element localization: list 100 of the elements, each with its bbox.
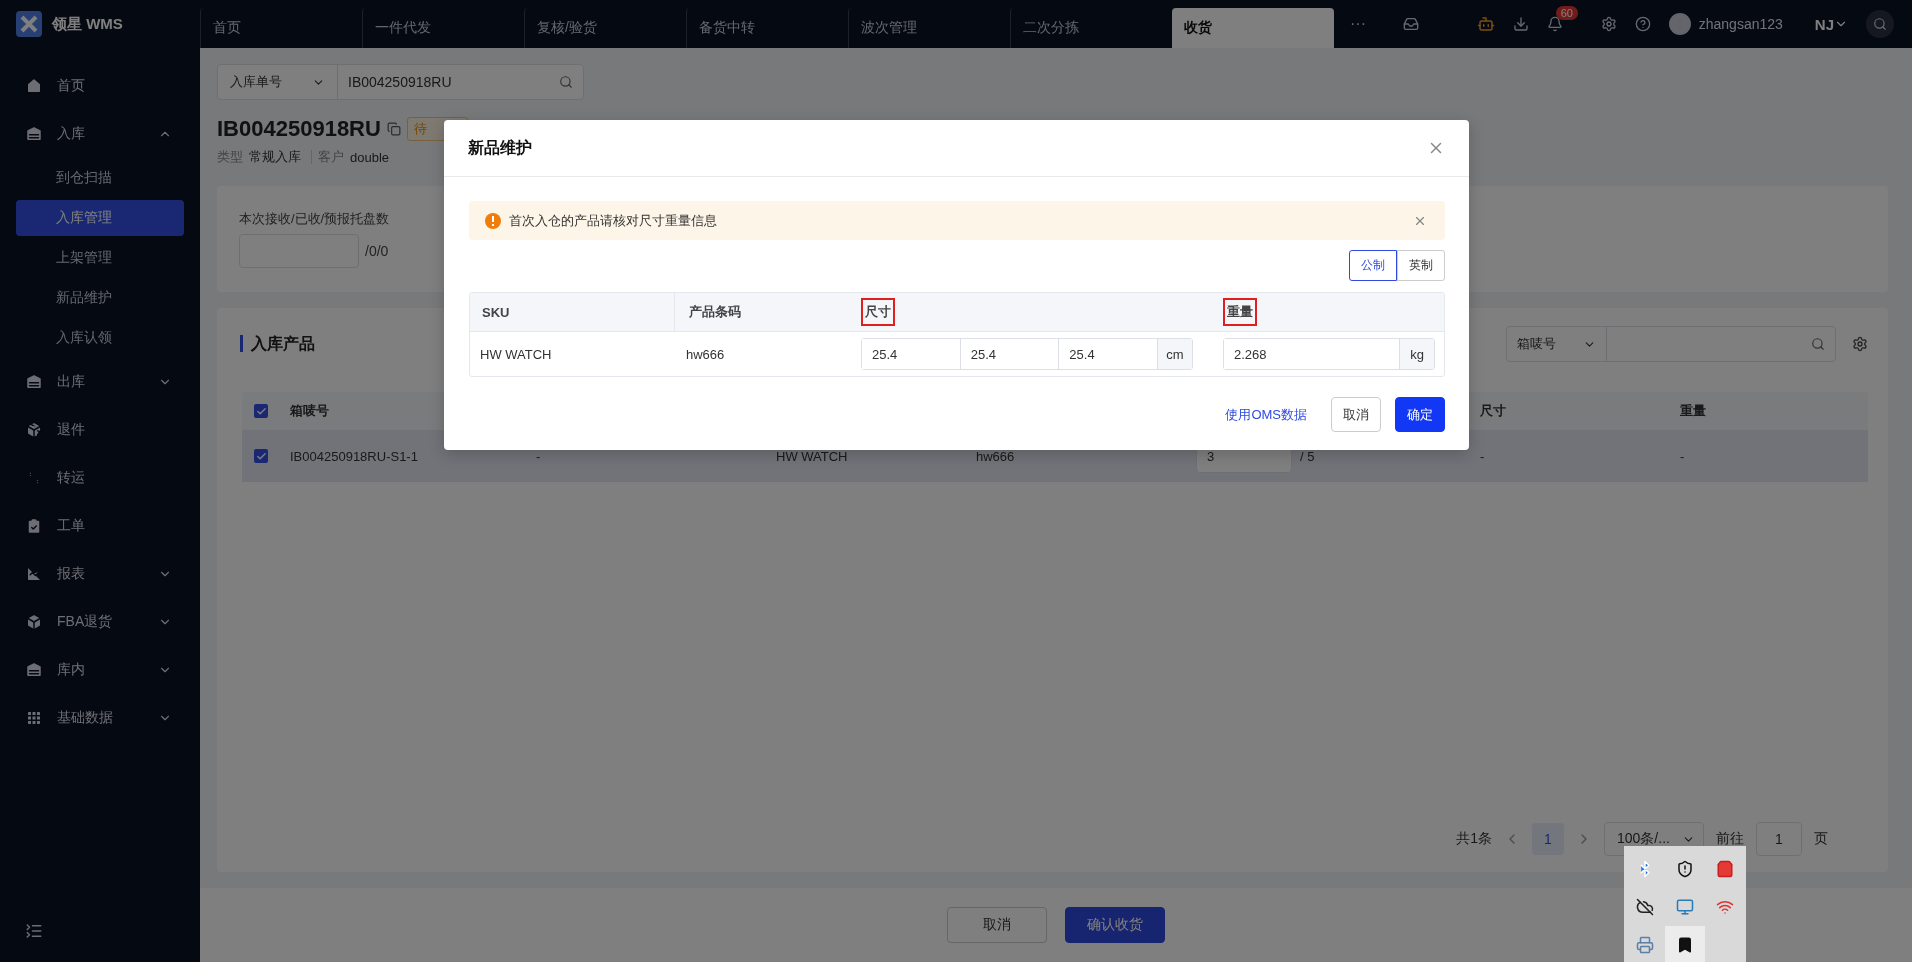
column-header: 重量 xyxy=(1223,298,1257,326)
table-cell: / 5 xyxy=(1300,448,1315,464)
box-icon xyxy=(25,613,43,631)
warehouse-icon xyxy=(25,373,43,391)
alert-text: 首次入仓的产品请核对尺寸重量信息 xyxy=(509,211,718,230)
table-cell: - xyxy=(536,448,541,464)
sidebar-subitem[interactable]: 到仓扫描 xyxy=(16,160,184,196)
sidebar-item[interactable]: 报表 xyxy=(0,550,200,598)
nav-tab[interactable]: 复核/验货 xyxy=(524,8,686,48)
more-tabs-button[interactable]: ··· xyxy=(1334,0,1382,48)
username[interactable]: zhangsan123 xyxy=(1698,16,1783,32)
row-checkbox[interactable] xyxy=(254,449,268,463)
sidebar-item[interactable]: 退件 xyxy=(0,406,200,454)
warehouse-icon xyxy=(25,661,43,679)
sidebar-subitem[interactable]: 上架管理 xyxy=(16,240,184,276)
sidebar-item[interactable]: 入库 xyxy=(0,110,200,158)
sidebar-item[interactable]: FBA退货 xyxy=(0,598,200,646)
sidebar-item[interactable]: 出库 xyxy=(0,358,200,406)
help-icon[interactable] xyxy=(1634,16,1651,32)
cancel-button[interactable]: 取消 xyxy=(1331,397,1381,432)
confirm-button[interactable]: 确定 xyxy=(1395,397,1445,432)
download-icon[interactable] xyxy=(1512,16,1529,32)
avatar[interactable] xyxy=(1668,13,1691,35)
unit-label: cm xyxy=(1158,339,1192,369)
weight-field[interactable]: 2.268 xyxy=(1224,339,1400,369)
sidebar-item[interactable]: 工单 xyxy=(0,502,200,550)
column-header: 尺寸 xyxy=(1480,402,1506,420)
table-cell: - xyxy=(1480,448,1485,464)
table-cell: HW WATCH xyxy=(480,346,552,362)
pallet-label: 本次接收/已收/预报托盘数 xyxy=(239,210,390,228)
order-number: IB004250918RU xyxy=(217,116,381,142)
robot-icon[interactable] xyxy=(1476,15,1495,33)
table-cell: hw666 xyxy=(976,448,1015,464)
monitor-icon[interactable] xyxy=(1676,898,1694,916)
dimension-input-group[interactable]: 25.4 25.4 25.4 cm xyxy=(861,338,1193,370)
sidebar-item[interactable]: 转运 xyxy=(0,454,200,502)
sidebar-subitem[interactable]: 入库认领 xyxy=(16,320,184,356)
nav-tab[interactable]: 一件代发 xyxy=(362,8,524,48)
clipboard-icon xyxy=(25,517,43,535)
sidebar-subitem[interactable]: 入库管理 xyxy=(16,200,184,236)
cloud-off-icon[interactable] xyxy=(1636,898,1654,916)
table-cell: hw666 xyxy=(686,346,725,362)
dimension-field[interactable]: 25.4 xyxy=(862,339,961,369)
column-header: 产品条码 xyxy=(688,303,742,321)
sidebar-item[interactable]: 库内 xyxy=(0,646,200,694)
network-icon[interactable] xyxy=(1716,898,1734,916)
pallet-count: /0/0 xyxy=(365,243,389,259)
table-cell: - xyxy=(1680,448,1685,464)
search-icon xyxy=(1873,17,1887,31)
select-all-checkbox[interactable] xyxy=(254,404,268,418)
bookmark-icon[interactable] xyxy=(1676,936,1694,954)
search-button[interactable] xyxy=(1866,10,1894,38)
nav-tab[interactable]: 首页 xyxy=(200,8,362,48)
unit-toggle[interactable]: 公制 xyxy=(1349,250,1397,281)
modal-title: 新品维护 xyxy=(468,137,532,158)
section-title: 入库产品 xyxy=(240,335,315,352)
meta-value: double xyxy=(350,149,390,165)
confirm-button[interactable]: 确认收货 xyxy=(1065,907,1165,943)
table-cell: HW WATCH xyxy=(776,448,848,464)
page-number[interactable]: 1 xyxy=(1532,823,1564,855)
bell-icon[interactable] xyxy=(1546,16,1563,32)
sidebar-item[interactable]: 首页 xyxy=(0,62,200,110)
inbox-icon[interactable] xyxy=(1402,16,1419,32)
collapse-menu-icon[interactable] xyxy=(25,922,43,940)
house-icon xyxy=(25,77,43,95)
warning-icon xyxy=(485,212,501,229)
column-header: 箱唛号 xyxy=(290,402,329,420)
settings-icon[interactable] xyxy=(1600,16,1617,32)
column-header: 重量 xyxy=(1680,402,1706,420)
bag-icon[interactable] xyxy=(1716,860,1734,878)
sidebar-subitem[interactable]: 新品维护 xyxy=(16,280,184,316)
table-cell: IB004250918RU-S1-1 xyxy=(290,448,418,464)
page-suffix: 页 xyxy=(1814,830,1828,848)
unit-label: kg xyxy=(1400,339,1434,369)
logo-text: 领星 WMS xyxy=(52,14,123,34)
column-header: SKU xyxy=(481,303,511,322)
total-count: 共1条 xyxy=(1456,830,1492,848)
warehouse-icon xyxy=(25,125,43,143)
column-header: 尺寸 xyxy=(861,298,895,326)
goto-label: 前往 xyxy=(1716,830,1744,848)
nav-tab[interactable]: 波次管理 xyxy=(848,8,1010,48)
grid-icon xyxy=(25,709,43,727)
logo-icon xyxy=(16,11,42,37)
shield-icon[interactable] xyxy=(1676,860,1694,878)
notification-badge: 60 xyxy=(1555,6,1578,20)
settings-icon[interactable] xyxy=(1852,336,1868,352)
package-icon xyxy=(25,421,43,439)
unit-toggle[interactable]: 英制 xyxy=(1397,250,1445,281)
copy-icon[interactable] xyxy=(386,122,401,136)
chart-icon xyxy=(25,565,43,583)
nav-tab[interactable]: 收货 xyxy=(1172,8,1334,48)
weight-input-group[interactable]: 2.268 kg xyxy=(1223,338,1435,370)
use-oms-data-link[interactable]: 使用OMS数据 xyxy=(1225,405,1307,424)
region-menu[interactable]: NJ xyxy=(1814,15,1848,33)
meta-value: 常规入库 xyxy=(249,148,301,166)
printer-icon[interactable] xyxy=(1636,936,1654,954)
cancel-button[interactable]: 取消 xyxy=(947,907,1047,943)
goto-page-field[interactable]: 1 xyxy=(1756,822,1802,856)
nav-tab[interactable]: 备货中转 xyxy=(686,8,848,48)
sidebar-item[interactable]: 基础数据 xyxy=(0,694,200,742)
